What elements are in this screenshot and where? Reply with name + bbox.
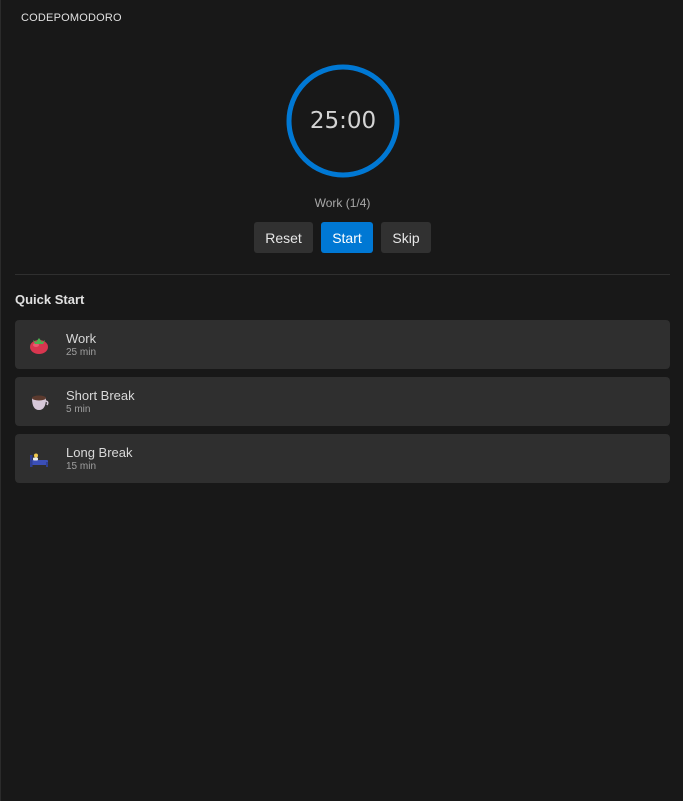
session-label: Work (1/4) xyxy=(314,196,371,210)
divider xyxy=(15,274,670,275)
quick-start-item-duration: 5 min xyxy=(66,404,91,415)
bed-icon xyxy=(30,453,48,467)
quick-start-work[interactable]: Work 25 min xyxy=(15,320,670,369)
panel-title: CODEPOMODORO xyxy=(21,12,122,24)
quick-start-item-duration: 15 min xyxy=(66,461,97,472)
quick-start-title: Quick Start xyxy=(15,292,85,307)
skip-button[interactable]: Skip xyxy=(381,222,431,253)
reset-button[interactable]: Reset xyxy=(254,222,313,253)
quick-start-item-name: Long Break xyxy=(66,445,133,460)
quick-start-list: Work 25 min Short Break 5 min Long Break… xyxy=(15,320,670,491)
timer-display: 25:00 xyxy=(309,108,377,134)
quick-start-item-duration: 25 min xyxy=(66,347,97,358)
quick-start-long-break[interactable]: Long Break 15 min xyxy=(15,434,670,483)
timer-controls: Reset Start Skip xyxy=(254,222,431,253)
timer-ring: 25:00 xyxy=(285,63,401,179)
quick-start-item-name: Short Break xyxy=(66,388,135,403)
coffee-cup-icon xyxy=(32,395,49,410)
quick-start-item-name: Work xyxy=(66,331,97,346)
quick-start-short-break[interactable]: Short Break 5 min xyxy=(15,377,670,426)
tomato-icon xyxy=(30,338,48,354)
start-button[interactable]: Start xyxy=(321,222,373,253)
